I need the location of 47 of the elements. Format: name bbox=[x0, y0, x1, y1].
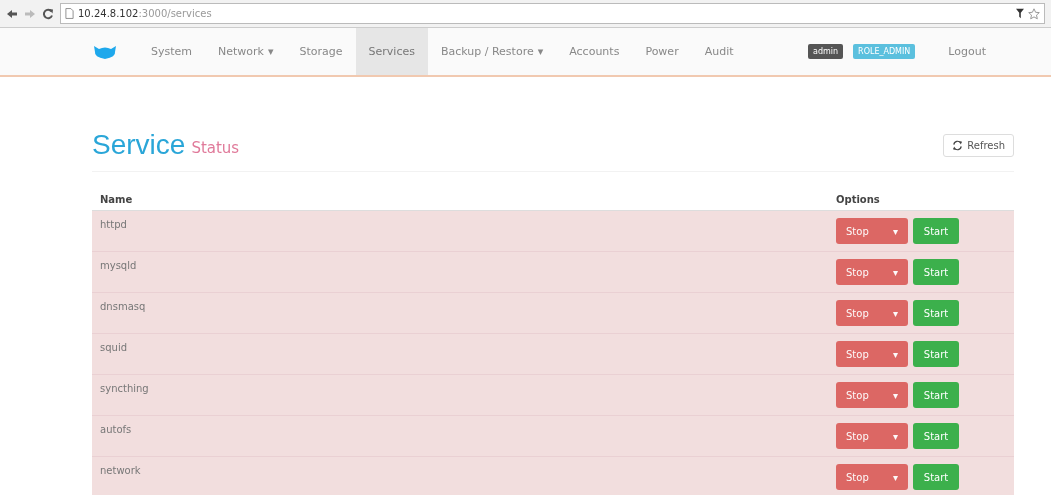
user-badge: admin bbox=[808, 44, 844, 59]
start-button[interactable]: Start bbox=[913, 382, 959, 408]
nav-item[interactable]: Storage bbox=[286, 28, 356, 75]
service-name: network bbox=[99, 464, 142, 476]
role-badge: ROLE_ADMIN bbox=[853, 44, 916, 59]
start-button[interactable]: Start bbox=[913, 218, 959, 244]
logo-icon[interactable] bbox=[92, 43, 118, 60]
nav-item[interactable]: Backup / Restore ▾ bbox=[427, 28, 557, 75]
refresh-icon bbox=[952, 139, 964, 151]
service-name: mysqld bbox=[99, 259, 138, 271]
column-header: Name bbox=[99, 193, 134, 205]
service-name: httpd bbox=[99, 218, 128, 230]
url-path: :3000/services bbox=[138, 8, 212, 19]
page-title: Service bbox=[92, 129, 186, 161]
nav-item[interactable]: Accounts bbox=[556, 28, 633, 75]
column-header: Options bbox=[836, 193, 881, 205]
nav-item[interactable]: Services bbox=[355, 28, 428, 75]
stop-button[interactable]: Stop ▾ bbox=[836, 464, 908, 490]
page-subtitle: Status bbox=[191, 139, 240, 157]
start-button[interactable]: Start bbox=[913, 423, 959, 449]
nav-item[interactable]: Power bbox=[632, 28, 692, 75]
start-button[interactable]: Start bbox=[913, 300, 959, 326]
reload-icon[interactable] bbox=[42, 7, 54, 20]
stop-button[interactable]: Stop ▾ bbox=[836, 382, 908, 408]
refresh-button[interactable]: Refresh bbox=[943, 133, 1014, 157]
url-host: 10.24.8.102 bbox=[78, 8, 139, 19]
stop-button[interactable]: Stop ▾ bbox=[836, 300, 908, 326]
filter-icon[interactable] bbox=[1016, 8, 1024, 19]
service-name: squid bbox=[99, 341, 129, 353]
service-name: autofs bbox=[99, 423, 133, 435]
nav-item[interactable]: Network ▾ bbox=[205, 28, 287, 75]
start-button[interactable]: Start bbox=[913, 464, 959, 490]
start-button[interactable]: Start bbox=[913, 341, 959, 367]
back-icon[interactable] bbox=[6, 7, 18, 20]
service-name: syncthing bbox=[99, 382, 150, 394]
stop-button[interactable]: Stop ▾ bbox=[836, 259, 908, 285]
service-name: dnsmasq bbox=[99, 300, 147, 312]
stop-button[interactable]: Stop ▾ bbox=[836, 341, 908, 367]
nav-item[interactable]: System bbox=[138, 28, 206, 75]
start-button[interactable]: Start bbox=[913, 259, 959, 285]
logout-link[interactable]: Logout bbox=[935, 28, 986, 75]
address-bar[interactable]: 10.24.8.102:3000/services bbox=[60, 3, 1045, 24]
stop-button[interactable]: Stop ▾ bbox=[836, 423, 908, 449]
stop-button[interactable]: Stop ▾ bbox=[836, 218, 908, 244]
star-icon[interactable] bbox=[1028, 7, 1040, 20]
nav-item[interactable]: Audit bbox=[691, 28, 747, 75]
page-icon bbox=[65, 8, 74, 19]
